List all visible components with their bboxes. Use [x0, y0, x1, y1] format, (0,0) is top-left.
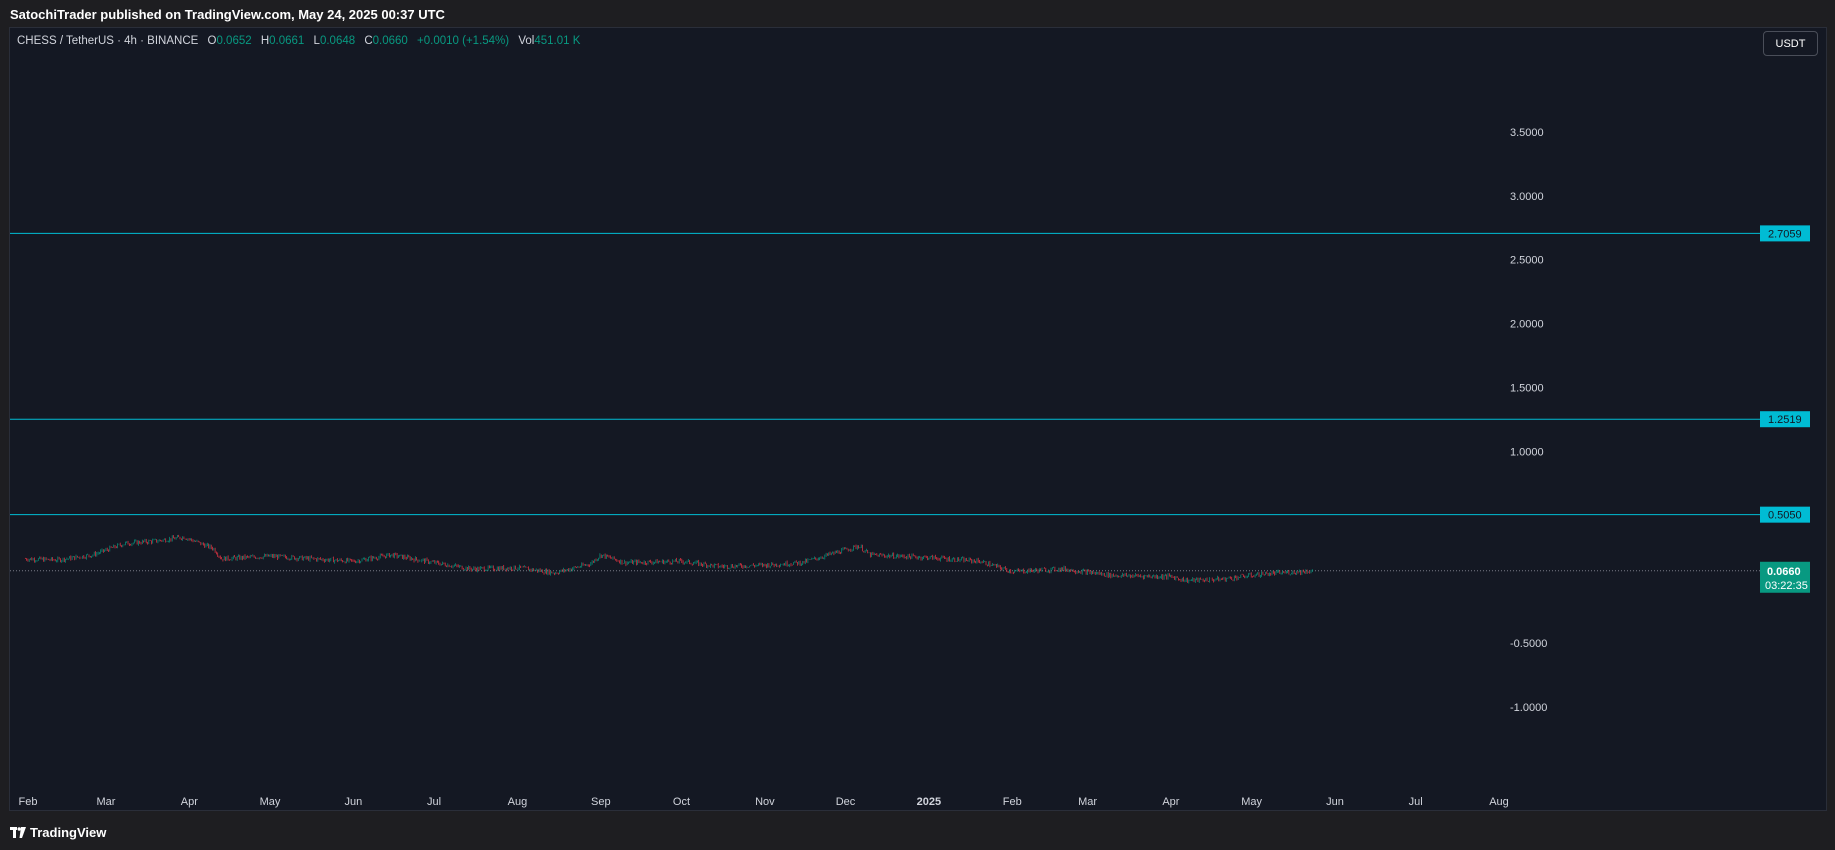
level-price-tag[interactable]: 2.7059: [1760, 225, 1810, 242]
tradingview-logo-icon: [10, 827, 26, 838]
time-axis-label: Jul: [1409, 796, 1423, 808]
time-axis-label: Feb: [1003, 796, 1022, 808]
price-axis-label: 3.0000: [1510, 191, 1544, 203]
level-price-tag[interactable]: 0.5050: [1760, 506, 1810, 523]
level-price-tag-text: 0.5050: [1768, 510, 1802, 522]
tradingview-logo[interactable]: TradingView: [10, 825, 106, 840]
price-axis-label: 3.5000: [1510, 127, 1544, 139]
price-axis-label: 1.5000: [1510, 383, 1544, 395]
symbol-name[interactable]: CHESS / TetherUS · 4h · BINANCE: [17, 35, 198, 47]
price-axis-label: 2.5000: [1510, 255, 1544, 267]
time-axis-label: 2025: [917, 796, 941, 808]
high-label: H: [260, 35, 270, 47]
time-axis-label: Aug: [508, 796, 528, 808]
price-axis-label: -0.5000: [1510, 638, 1547, 650]
candlestick-chart[interactable]: 3.5000 3.0000 2.5000 2.0000 1.5000 1.0000 -0.5…: [0, 0, 1835, 850]
high-value: 0.0661: [269, 35, 305, 47]
symbol-legend: CHESS / TetherUS · 4h · BINANCE O0.0652 …: [17, 35, 580, 47]
bar-countdown: 03:22:35: [1765, 580, 1808, 592]
time-axis-label: Jun: [345, 796, 363, 808]
time-axis-label: Aug: [1489, 796, 1509, 808]
time-axis-label: Sep: [591, 796, 611, 808]
time-axis-label: Jul: [427, 796, 441, 808]
time-axis-label: May: [260, 796, 281, 808]
time-axis-label: Mar: [97, 796, 116, 808]
close-value: 0.0660: [372, 35, 408, 47]
price-axis-label: 1.0000: [1510, 446, 1544, 458]
last-price-tag: 0.0660 03:22:35: [1760, 561, 1810, 593]
time-axis-label: Jun: [1326, 796, 1344, 808]
time-axis-label: Feb: [19, 796, 38, 808]
price-axis-label: -1.0000: [1510, 702, 1547, 714]
level-price-tag-text: 1.2519: [1768, 414, 1802, 426]
time-axis-label: May: [1241, 796, 1262, 808]
open-value: 0.0652: [216, 35, 252, 47]
time-axis-label: Dec: [836, 796, 856, 808]
volume-value: 451.01 K: [534, 35, 581, 47]
volume-label: Vol: [518, 35, 535, 47]
close-label: C: [364, 35, 373, 47]
level-price-tag-text: 2.7059: [1768, 228, 1802, 240]
change-value: +0.0010 (+1.54%): [417, 35, 510, 47]
footer-bar: [0, 811, 1835, 850]
time-axis-label: Nov: [755, 796, 775, 808]
tradingview-brand: TradingView: [30, 825, 107, 840]
time-axis-label: Oct: [673, 796, 690, 808]
time-axis-label: Apr: [1162, 796, 1179, 808]
low-value: 0.0648: [319, 35, 356, 47]
price-axis-label: 2.0000: [1510, 319, 1544, 331]
time-axis-label: Mar: [1078, 796, 1097, 808]
level-price-tag[interactable]: 1.2519: [1760, 411, 1810, 428]
last-price-value: 0.0660: [1767, 566, 1801, 578]
currency-button[interactable]: USDT: [1763, 31, 1818, 56]
time-axis-label: Apr: [181, 796, 198, 808]
